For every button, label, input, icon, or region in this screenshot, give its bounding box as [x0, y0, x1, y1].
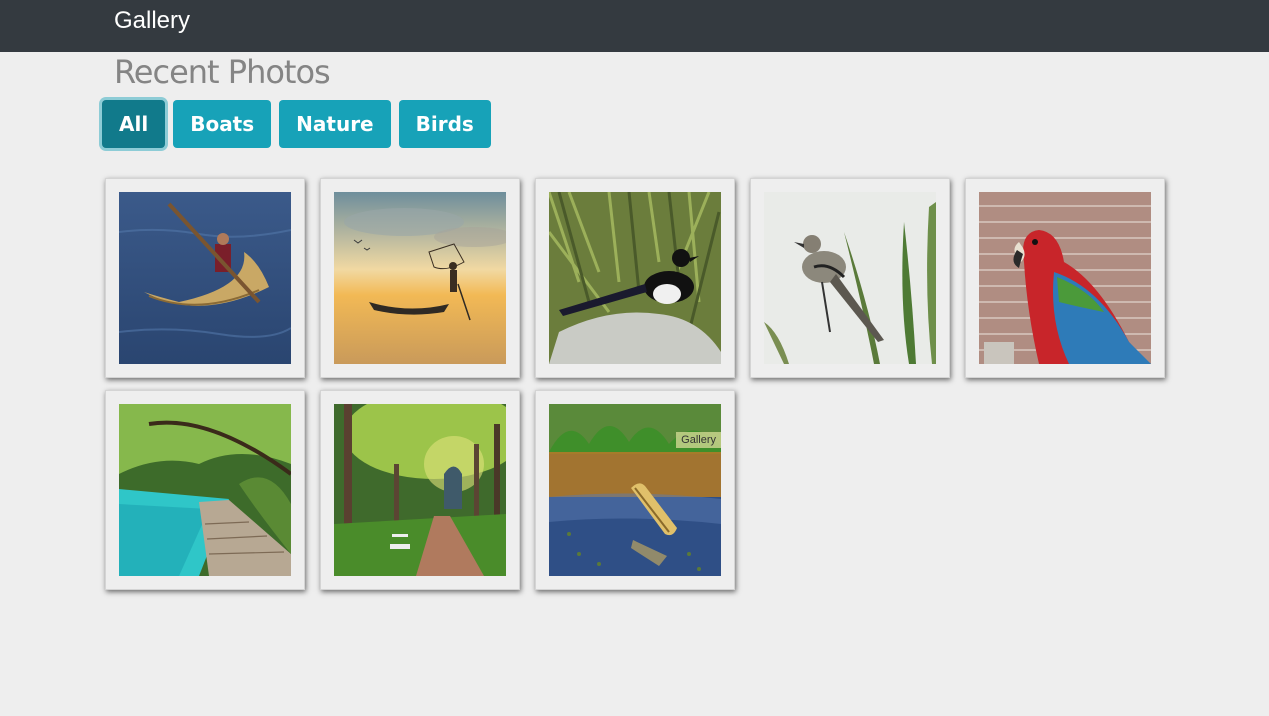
photo-card[interactable] — [965, 178, 1165, 378]
gallery-tooltip: Gallery — [676, 432, 721, 448]
fisherman-sunset-boat-image[interactable] — [334, 192, 506, 364]
filter-boats-button[interactable]: Boats — [173, 100, 272, 148]
navbar: Gallery — [0, 0, 1269, 52]
photo-card[interactable] — [320, 390, 520, 590]
photo-card[interactable] — [320, 178, 520, 378]
parrot-brick-wall-image[interactable] — [979, 192, 1151, 364]
brand-link[interactable]: Gallery — [114, 7, 190, 35]
lake-boardwalk-image[interactable] — [119, 404, 291, 576]
filter-birds-button[interactable]: Birds — [398, 100, 491, 148]
filter-nature-button[interactable]: Nature — [279, 100, 391, 148]
photo-grid: Gallery — [105, 178, 1185, 602]
filter-button-group: All Boats Nature Birds — [102, 100, 499, 148]
forest-path-bench-image[interactable] — [334, 404, 506, 576]
photo-card[interactable] — [105, 390, 305, 590]
canoe-on-lake-image[interactable]: Gallery — [549, 404, 721, 576]
photo-card[interactable] — [105, 178, 305, 378]
mockingbird-on-grass-image[interactable] — [764, 192, 936, 364]
magpie-on-rock-image[interactable] — [549, 192, 721, 364]
photo-card[interactable]: Gallery — [535, 390, 735, 590]
filter-all-button[interactable]: All — [102, 100, 166, 148]
reed-boat-rower-image[interactable] — [119, 192, 291, 364]
photo-card[interactable] — [535, 178, 735, 378]
photo-card[interactable] — [750, 178, 950, 378]
page-title: Recent Photos — [114, 53, 331, 91]
